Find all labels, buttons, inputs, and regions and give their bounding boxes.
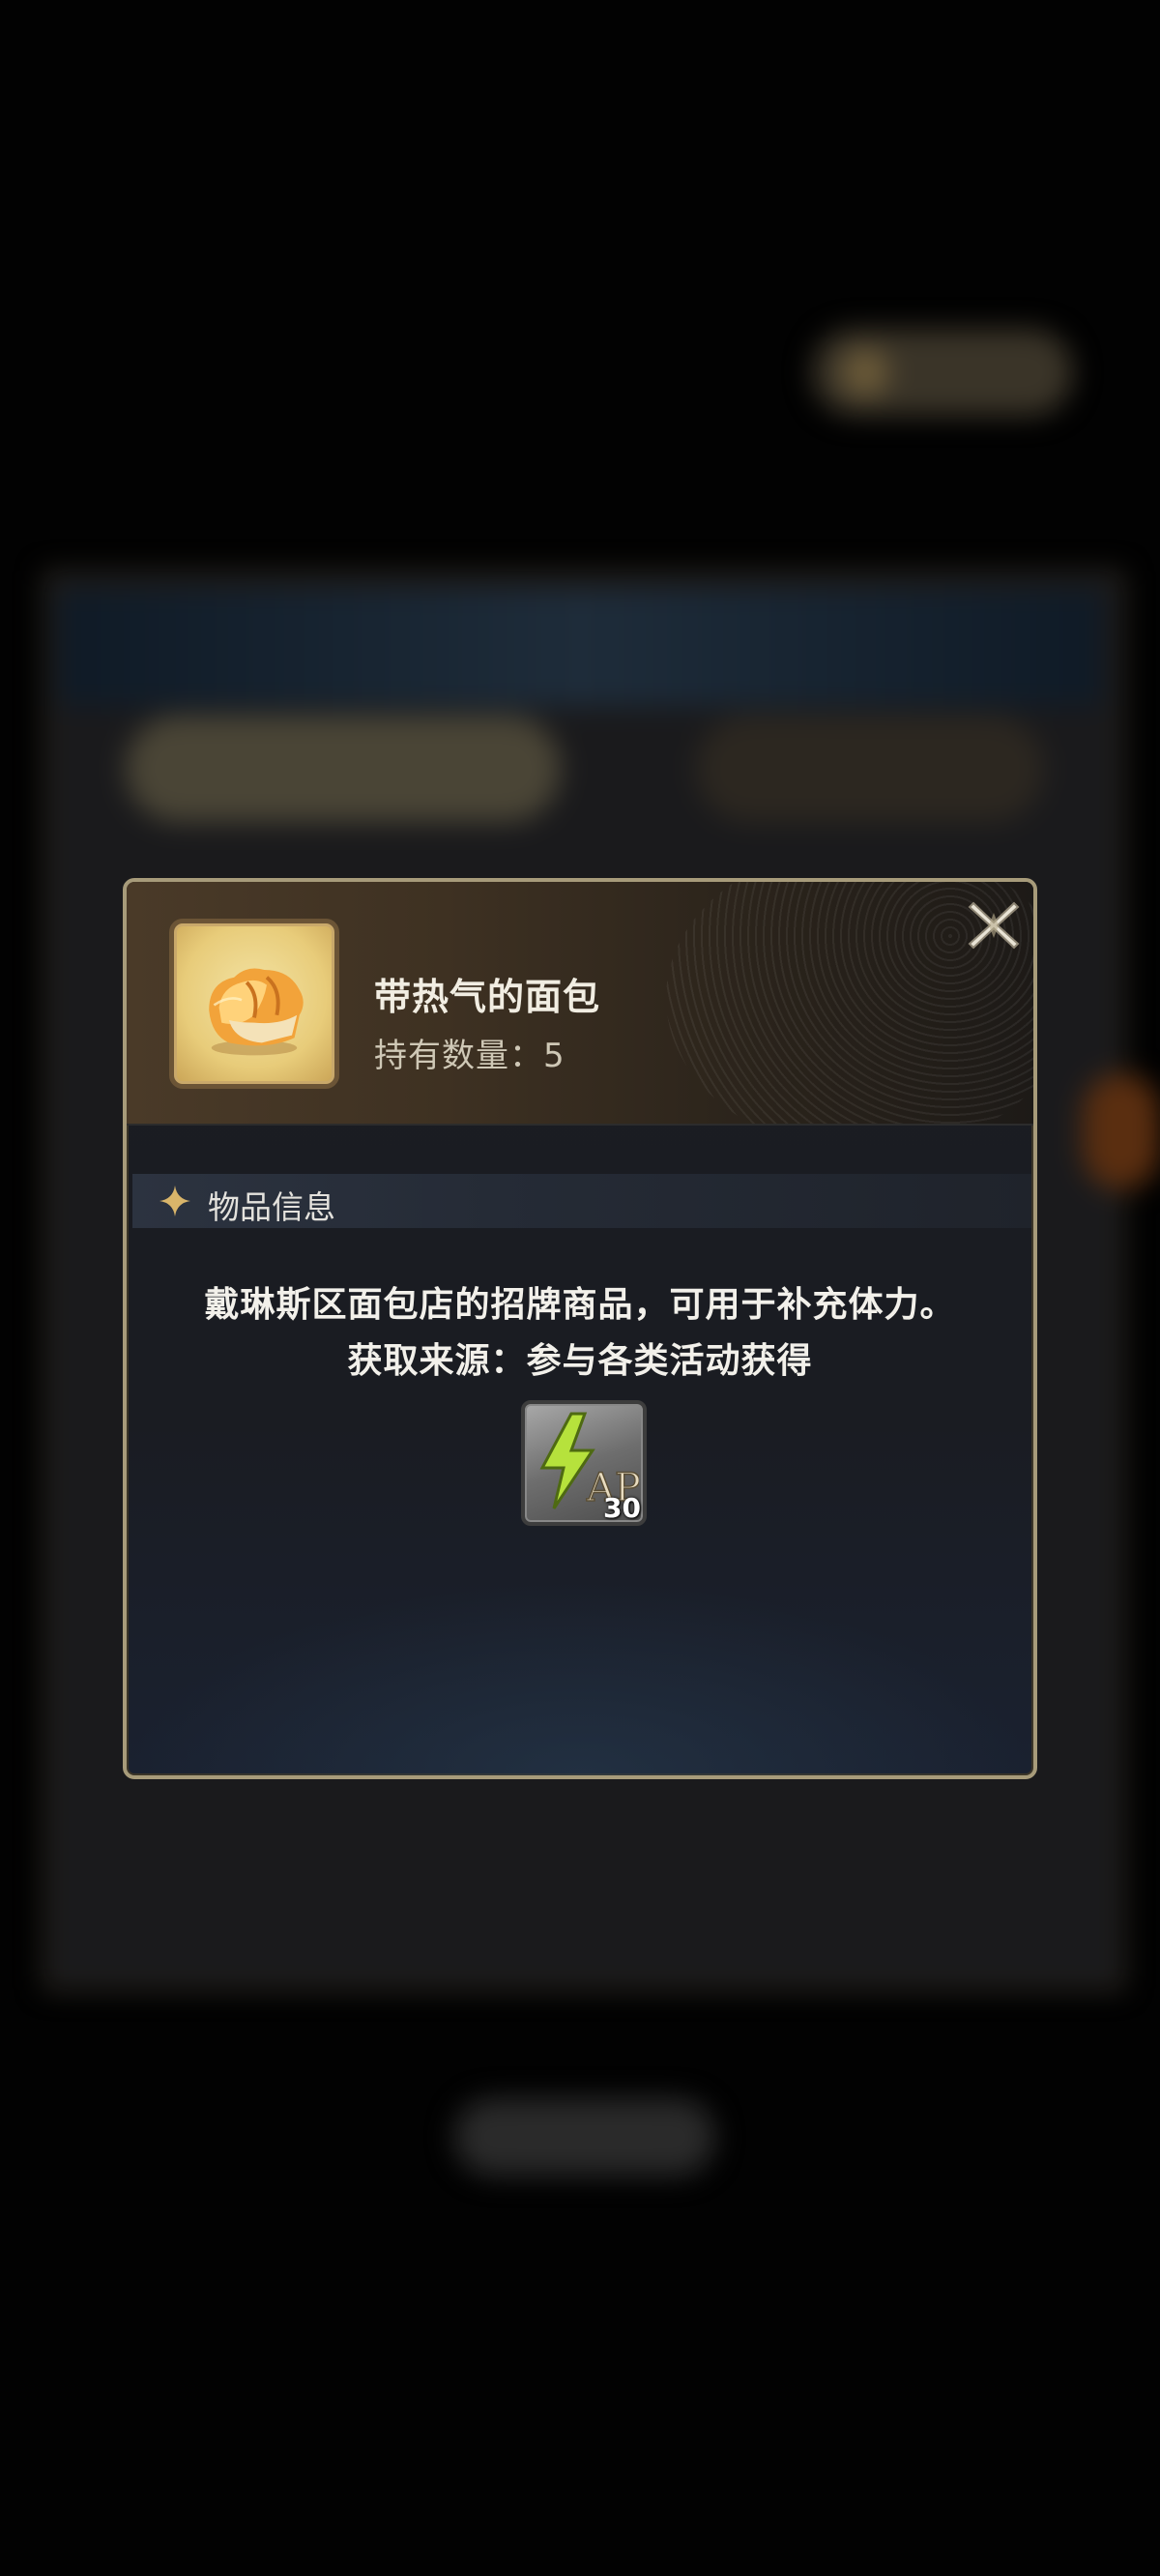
sparkle-icon [160,1186,190,1216]
close-button[interactable] [964,895,1024,955]
section-header: 物品信息 [132,1174,1031,1228]
bg-orange-glow [1083,1073,1160,1189]
section-title: 物品信息 [208,1188,335,1226]
bg-bottom-pill [454,2098,715,2176]
dialog-bottom-glow [127,1582,1033,1775]
bg-top-pill-dot [841,348,889,396]
item-description: 戴琳斯区面包店的招牌商品，可用于补充体力。 [204,1285,956,1325]
screen: 带热气的面包 持有数量：5 物品信息 戴琳斯区面包店的招牌商品，可用于补充体力。… [0,0,1160,2576]
close-icon [968,901,1020,950]
item-owned-count: 持有数量：5 [374,1037,566,1075]
bg-pill-right [696,716,1044,822]
item-name: 带热气的面包 [374,976,601,1018]
item-source: 获取来源：参与各类活动获得 [347,1341,813,1381]
bg-panel-header [58,590,1102,706]
dialog-header: 带热气的面包 持有数量：5 [127,882,1033,1126]
ap-reward-item[interactable]: AP 30 [521,1400,647,1526]
item-info-dialog: 带热气的面包 持有数量：5 物品信息 戴琳斯区面包店的招牌商品，可用于补充体力。… [123,878,1037,1779]
ap-amount: 30 [603,1492,641,1524]
bread-icon [209,968,304,1056]
item-icon-frame [169,919,339,1089]
bg-pill-left [126,716,561,822]
